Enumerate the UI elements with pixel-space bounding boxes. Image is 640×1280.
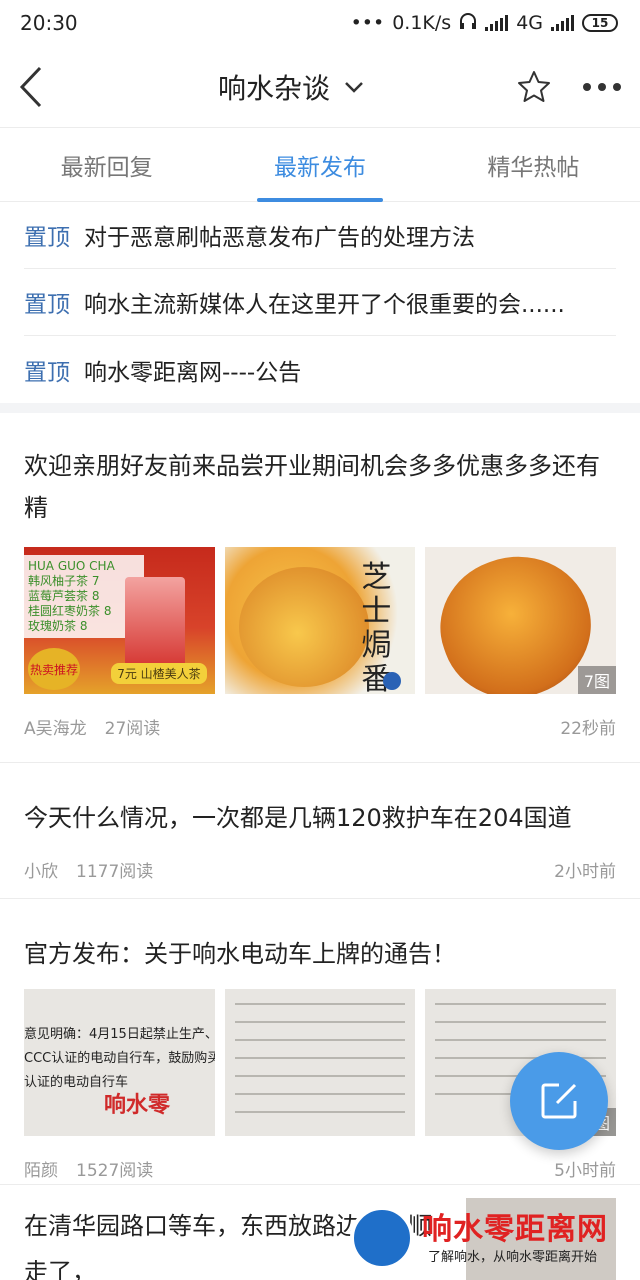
- tea-menu-item: 桂圆红枣奶茶 8: [28, 604, 112, 618]
- sweet-potato-image: [238, 567, 369, 687]
- section-divider: [0, 403, 640, 413]
- more-button[interactable]: [582, 82, 622, 92]
- top-bar: 响水杂谈: [0, 46, 640, 128]
- post-time: 22秒前: [560, 719, 616, 739]
- more-dots-icon: •••: [350, 12, 385, 34]
- tea-menu-item: 韩风柚子茶 7: [28, 574, 100, 588]
- post-time: 5小时前: [554, 1161, 616, 1181]
- signal-icon-2: [551, 15, 574, 31]
- pinned-item[interactable]: 置顶 对于恶意刷帖恶意发布广告的处理方法: [24, 202, 616, 269]
- notice-text: CCC认证的电动自行车，鼓励购买符合新国: [24, 1051, 215, 1066]
- post-image-tea-menu[interactable]: HUA GUO CHA 韩风柚子茶 7 蓝莓芦荟茶 8 桂圆红枣奶茶 8 玫瑰奶…: [24, 547, 215, 694]
- tea-menu-item: 玫瑰奶茶 8: [28, 619, 88, 633]
- tea-menu-header: HUA GUO CHA: [28, 559, 115, 573]
- post-meta: 小欣 1177阅读 2小时前: [24, 857, 616, 882]
- chevron-left-icon: [19, 66, 42, 107]
- document-line: [234, 1075, 406, 1077]
- star-icon: [517, 70, 550, 102]
- post-image-notice-1[interactable]: 意见明确：4月15日起禁止生产、销售不符合 CCC认证的电动自行车，鼓励购买符合…: [24, 989, 215, 1136]
- more-horizontal-icon: [582, 82, 621, 91]
- status-icons: ••• 0.1K/s 4G 15: [351, 12, 618, 35]
- document-line: [234, 1021, 406, 1023]
- pinned-title: 对于恶意刷帖恶意发布广告的处理方法: [84, 225, 475, 251]
- tab-latest-posts[interactable]: 最新发布: [213, 128, 426, 201]
- header-actions: [516, 69, 622, 105]
- document-line: [234, 1093, 406, 1095]
- headphones-icon: [459, 12, 477, 35]
- post-item[interactable]: 今天什么情况，一次都是几辆120救护车在204国道 小欣 1177阅读 2小时前: [0, 763, 640, 899]
- pinned-item[interactable]: 置顶 响水主流新媒体人在这里开了个很重要的会......: [24, 269, 616, 336]
- post-item[interactable]: 欢迎亲朋好友前来品尝开业期间机会多多优惠多多还有精 HUA GUO CHA 韩风…: [0, 413, 640, 763]
- post-image-roasted-potato[interactable]: 7图: [425, 547, 617, 694]
- tea-menu-item: 蓝莓芦荟茶 8: [28, 589, 100, 603]
- post-author: 陌颜: [24, 1161, 58, 1181]
- post-meta: A吴海龙 27阅读 22秒前: [24, 714, 616, 739]
- favorite-button[interactable]: [516, 69, 552, 105]
- document-line: [234, 1057, 406, 1059]
- battery-icon: 15: [582, 14, 618, 32]
- watermark-subtitle: 了解响水，从响水零距离开始: [428, 1250, 598, 1265]
- post-reads: 1527阅读: [76, 1161, 154, 1181]
- document-line: [234, 1003, 406, 1005]
- document-line: [435, 1003, 607, 1005]
- post-time: 2小时前: [554, 862, 616, 882]
- document-line: [234, 1111, 406, 1113]
- watermark-title: 响水零距离网: [422, 1212, 608, 1247]
- pinned-title: 响水零距离网----公告: [84, 359, 302, 386]
- tea-price-label: 7元 山楂美人茶: [111, 663, 207, 684]
- back-button[interactable]: [18, 63, 66, 111]
- tab-latest-reply[interactable]: 最新回复: [0, 128, 213, 201]
- post-reads: 27阅读: [104, 719, 161, 739]
- page-title: 响水杂谈: [217, 71, 330, 105]
- network-type: 4G: [516, 12, 543, 34]
- post-meta: 陌颜 1527阅读 5小时前: [24, 1156, 616, 1181]
- post-images: HUA GUO CHA 韩风柚子茶 7 蓝莓芦荟茶 8 桂圆红枣奶茶 8 玫瑰奶…: [24, 547, 617, 694]
- tab-featured[interactable]: 精华热帖: [427, 128, 640, 201]
- post-image-notice-2[interactable]: [224, 989, 416, 1136]
- pinned-tag: 置顶: [24, 225, 70, 251]
- post-reads: 1177阅读: [76, 862, 154, 882]
- pinned-list: 置顶 对于恶意刷帖恶意发布广告的处理方法 置顶 响水主流新媒体人在这里开了个很重…: [0, 202, 640, 403]
- forum-title-dropdown[interactable]: 响水杂谈: [218, 67, 364, 107]
- signal-icon: [485, 15, 509, 31]
- site-watermark: 响水零距离网 了解响水，从响水零距离开始: [350, 1200, 640, 1280]
- document-line: [234, 1039, 406, 1041]
- document-line: [435, 1021, 607, 1023]
- post-title: 欢迎亲朋好友前来品尝开业期间机会多多优惠多多还有精: [24, 452, 600, 522]
- network-speed: 0.1K/s: [392, 12, 452, 34]
- document-line: [435, 1039, 607, 1041]
- watermark-text: 响水零: [104, 1093, 171, 1118]
- status-bar: 20:30 ••• 0.1K/s 4G 15: [0, 0, 640, 46]
- post-author: 小欣: [24, 862, 58, 882]
- compose-post-button[interactable]: [510, 1052, 608, 1150]
- post-title: 今天什么情况，一次都是几辆120救护车在204国道: [24, 804, 572, 832]
- site-logo-icon: [350, 1206, 414, 1270]
- status-time: 20:30: [20, 11, 78, 35]
- tab-bar: 最新回复 最新发布 精华热帖: [0, 128, 640, 202]
- hot-badge: 热卖推荐: [28, 648, 80, 690]
- image-count-badge: 7图: [577, 666, 617, 694]
- pinned-title: 响水主流新媒体人在这里开了个很重要的会......: [84, 292, 565, 318]
- edit-icon: [541, 1083, 577, 1119]
- notice-text: 意见明确：4月15日起禁止生产、销售不符合: [24, 1027, 215, 1042]
- tea-cup-image: [124, 577, 185, 672]
- chevron-down-icon: [345, 81, 363, 93]
- post-image-sweet-potato[interactable]: 芝士焗番薯: [224, 547, 416, 694]
- pinned-tag: 置顶: [24, 359, 70, 386]
- post-author: A吴海龙: [24, 719, 87, 739]
- post-title: 官方发布：关于响水电动车上牌的通告！: [24, 940, 456, 968]
- pinned-item[interactable]: 置顶 响水零距离网----公告: [24, 336, 616, 403]
- pinned-tag: 置顶: [24, 292, 70, 318]
